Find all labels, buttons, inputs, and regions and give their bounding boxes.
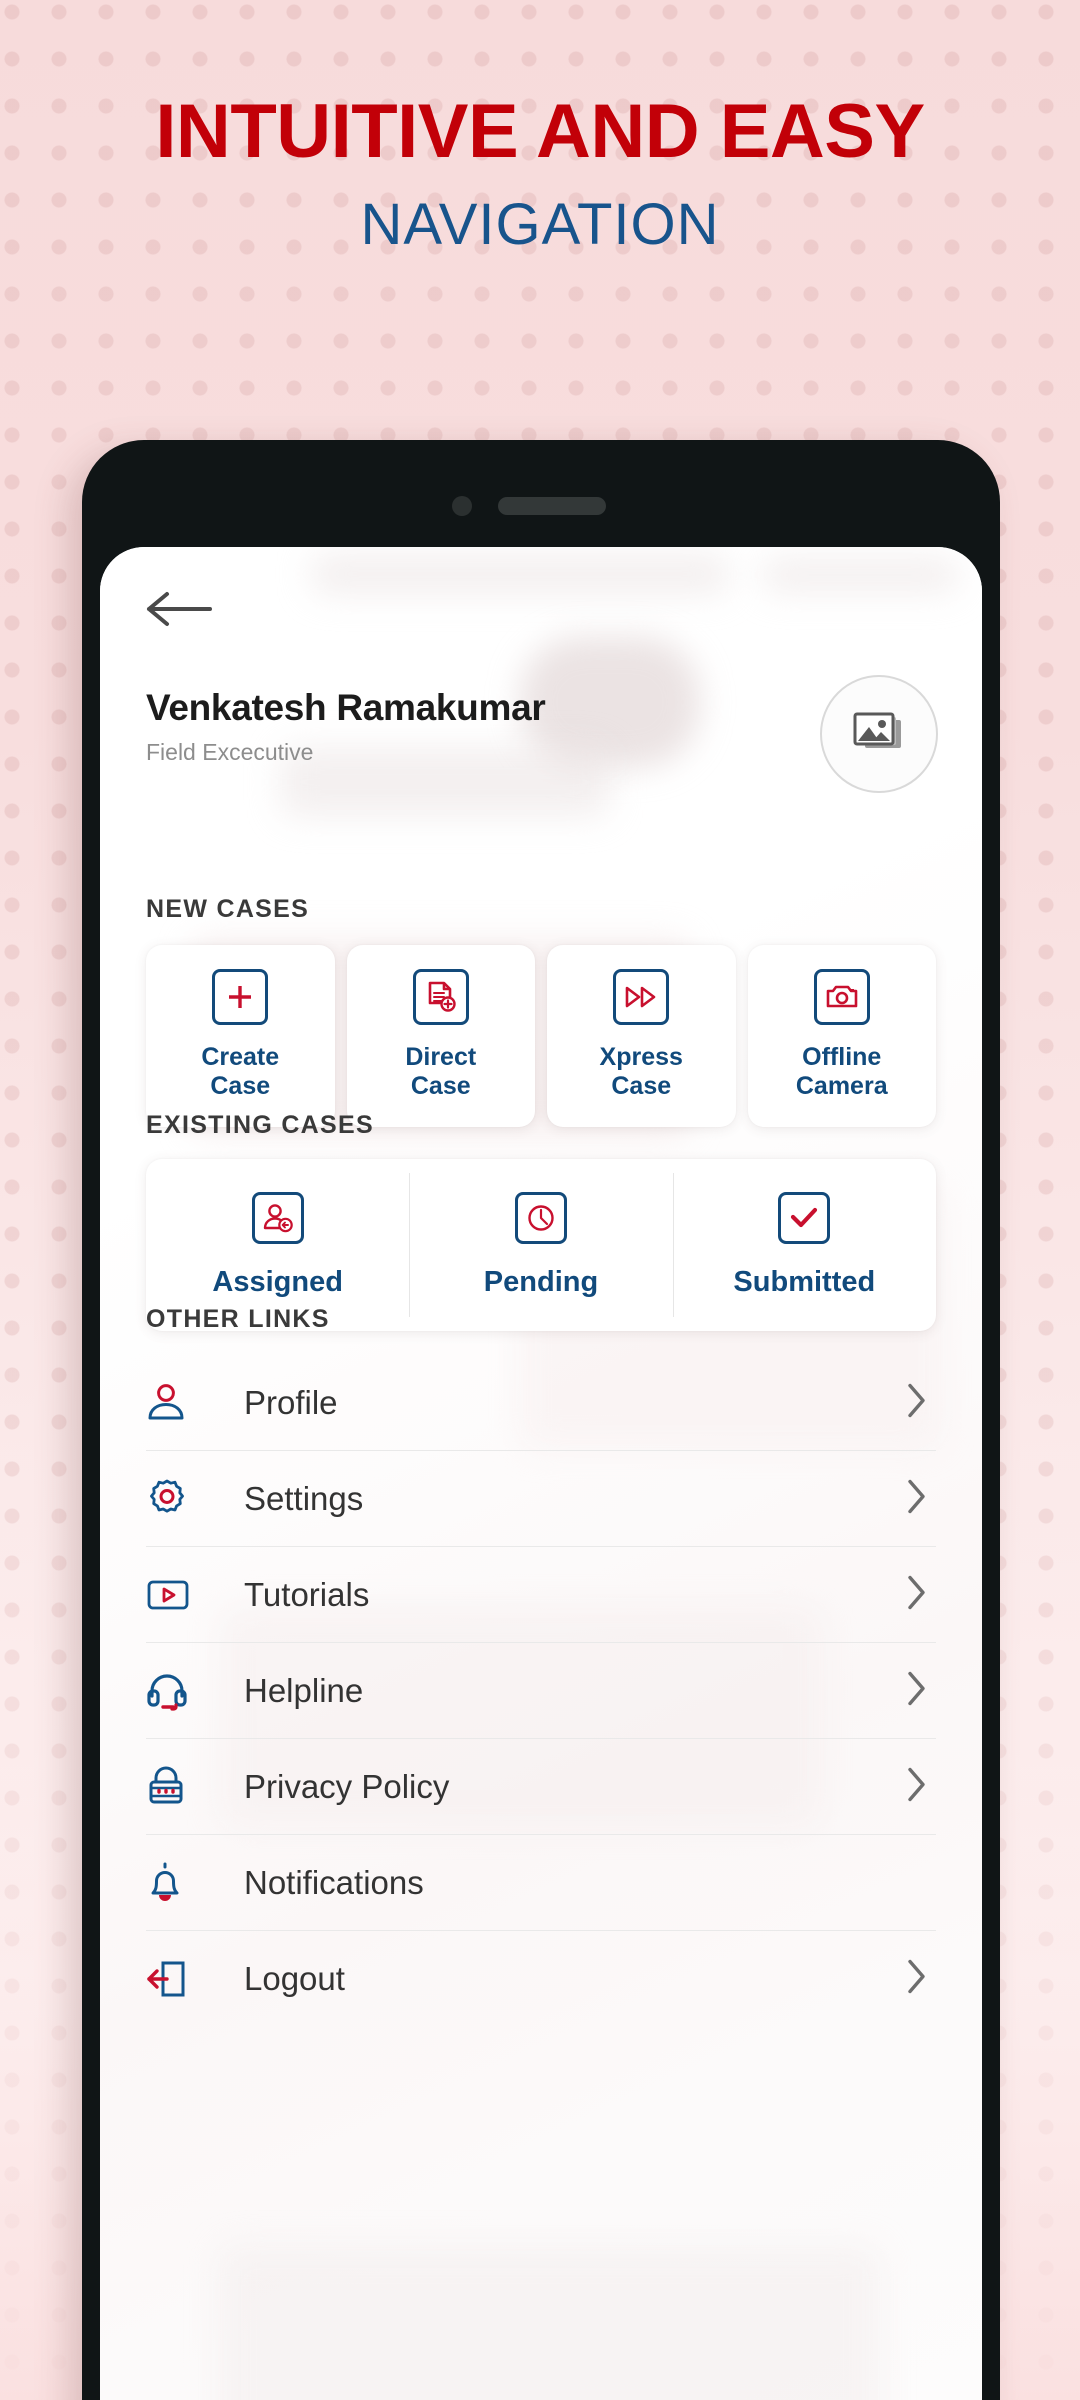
gear-icon: [150, 1479, 184, 1513]
plus-icon: [229, 986, 252, 1008]
existing-case-label: Assigned: [212, 1265, 343, 1298]
icon-wrapper: [146, 1766, 208, 1808]
new-cases-row: Create Case Direct Case Xpress Case Offl…: [146, 945, 936, 1127]
existing-case-submitted[interactable]: Submitted: [672, 1159, 936, 1331]
link-label: Notifications: [244, 1863, 424, 1901]
icon-frame: [514, 1191, 567, 1244]
back-button[interactable]: [146, 591, 212, 627]
link-label: Logout: [244, 1960, 345, 1997]
link-row-notifications[interactable]: Notifications: [146, 1835, 936, 1931]
icon-frame: [813, 969, 870, 1025]
link-label: Privacy Policy: [244, 1767, 450, 1805]
link-row-settings[interactable]: Settings: [146, 1451, 936, 1547]
link-row-tutorials[interactable]: Tutorials: [146, 1547, 936, 1643]
icon-frame: [251, 1191, 304, 1244]
fast-forward-icon: [625, 986, 656, 1008]
new-case-xpress-case[interactable]: Xpress Case: [547, 945, 736, 1127]
icon-wrapper: [146, 1671, 208, 1711]
existing-case-label: Submitted: [733, 1265, 876, 1298]
new-case-offline-camera[interactable]: Offline Camera: [747, 945, 936, 1127]
profile-header: Venkatesh Ramakumar Field Excecutive: [146, 675, 942, 793]
headset-icon: [147, 1673, 187, 1711]
app-content: Venkatesh Ramakumar Field Excecutive NEW…: [100, 547, 982, 2400]
icon-wrapper: [146, 1960, 208, 1998]
phone-speaker-bar: [498, 497, 606, 515]
bell-icon: [151, 1862, 179, 1901]
link-label: Tutorials: [244, 1575, 370, 1613]
user-assigned-icon: [263, 1203, 293, 1232]
section-title-existing-cases: EXISTING CASES: [146, 1111, 374, 1139]
new-case-label: Offline Camera: [796, 1043, 888, 1101]
chevron-right-icon: [906, 1958, 928, 2001]
profile-role: Field Excecutive: [146, 738, 314, 765]
logout-icon: [147, 1961, 185, 1997]
existing-case-pending[interactable]: Pending: [409, 1159, 672, 1331]
label-line-1: Xpress: [599, 1043, 683, 1071]
promo-headline-block: INTUITIVE AND EASY NAVIGATION: [0, 94, 1080, 254]
icon-frame: [778, 1191, 831, 1244]
icon-frame: [613, 969, 670, 1025]
icon-wrapper: [146, 1578, 208, 1612]
profile-text: Venkatesh Ramakumar Field Excecutive: [146, 687, 546, 766]
image-placeholder-icon: [853, 712, 901, 748]
other-links-list: Profile Settings Tutorials Helpline Priv…: [146, 1355, 936, 2027]
clock-icon: [528, 1204, 554, 1231]
new-case-create-case[interactable]: Create Case: [146, 945, 335, 1127]
play-icon: [147, 1580, 189, 1609]
section-title-other-links: OTHER LINKS: [146, 1305, 330, 1333]
chevron-right-icon: [906, 1573, 928, 1616]
icon-wrapper: [146, 1478, 208, 1520]
promo-subheadline: NAVIGATION: [360, 192, 720, 257]
phone-mockup: Venkatesh Ramakumar Field Excecutive NEW…: [82, 440, 1000, 2400]
avatar-upload-button[interactable]: [820, 675, 938, 793]
icon-wrapper: [146, 1382, 208, 1424]
user-icon: [148, 1383, 184, 1419]
chevron-right-icon: [906, 1765, 928, 1808]
link-row-logout[interactable]: Logout: [146, 1931, 936, 2027]
check-icon: [791, 1207, 818, 1227]
profile-name: Venkatesh Ramakumar: [146, 687, 546, 728]
camera-icon: [826, 985, 858, 1008]
label-line-2: Case: [210, 1072, 271, 1100]
phone-camera-dot: [452, 496, 472, 516]
chevron-right-icon: [906, 1381, 928, 1424]
new-case-label: Xpress Case: [600, 1043, 683, 1101]
link-row-helpline[interactable]: Helpline: [146, 1643, 936, 1739]
new-case-label: Create Case: [201, 1043, 279, 1101]
link-label: Helpline: [244, 1671, 364, 1709]
link-label: Profile: [244, 1383, 338, 1421]
label-line-1: Create: [201, 1043, 280, 1071]
section-title-new-cases: NEW CASES: [146, 895, 310, 923]
back-arrow-icon: [147, 592, 212, 626]
phone-screen: Venkatesh Ramakumar Field Excecutive NEW…: [100, 547, 982, 2400]
link-row-privacy-policy[interactable]: Privacy Policy: [146, 1739, 936, 1835]
new-case-label: Direct Case: [405, 1043, 476, 1101]
chevron-right-icon: [906, 1477, 928, 1520]
document-add-icon: [428, 981, 456, 1012]
icon-frame: [212, 969, 269, 1025]
label-line-1: Offline: [802, 1043, 882, 1071]
existing-case-label: Pending: [483, 1265, 599, 1298]
link-row-profile[interactable]: Profile: [146, 1355, 936, 1451]
icon-wrapper: [146, 1861, 208, 1905]
label-line-2: Case: [410, 1072, 471, 1100]
label-line-1: Direct: [405, 1043, 477, 1071]
label-line-2: Camera: [795, 1072, 888, 1100]
icon-frame: [412, 969, 469, 1025]
link-label: Settings: [244, 1479, 364, 1517]
promo-headline: INTUITIVE AND EASY: [155, 89, 925, 174]
lock-icon: [149, 1766, 183, 1803]
new-case-direct-case[interactable]: Direct Case: [346, 945, 535, 1127]
chevron-right-icon: [906, 1669, 928, 1712]
label-line-2: Case: [611, 1072, 672, 1100]
